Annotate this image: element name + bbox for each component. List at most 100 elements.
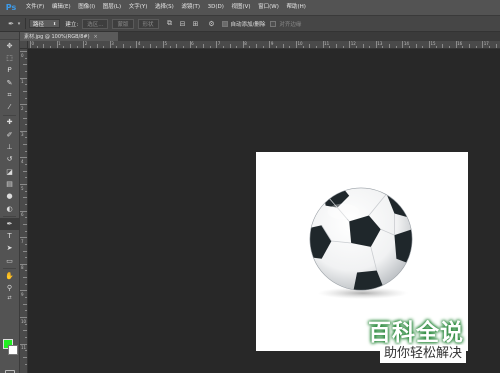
ruler-tick <box>23 303 27 305</box>
make-mask-button[interactable]: 蒙版 <box>112 18 134 29</box>
vertical-ruler[interactable]: 0 1 2 3 4 5 6 7 8 9 10 11 <box>20 49 28 373</box>
ruler-tick <box>25 283 27 285</box>
pen-tool-preset-icon[interactable]: ✒ <box>6 19 16 29</box>
path-mode-select[interactable]: 路径 ⬍ <box>29 19 61 28</box>
ruler-tick <box>249 46 251 48</box>
menu-edit[interactable]: 编辑(E) <box>48 0 74 15</box>
close-icon[interactable]: × <box>94 34 98 40</box>
app-logo: Ps <box>5 3 17 12</box>
ruler-tick <box>462 46 464 48</box>
ruler-tick <box>415 44 417 48</box>
ruler-tick <box>25 124 27 126</box>
menu-filter[interactable]: 滤镜(T) <box>178 0 204 15</box>
settings-gear-icon[interactable]: ⚙ <box>207 19 217 29</box>
marquee-icon[interactable]: ⬚ <box>0 52 19 64</box>
make-selection-button[interactable]: 选区... <box>82 18 109 29</box>
menu-select[interactable]: 选择(S) <box>151 0 177 15</box>
menu-help[interactable]: 帮助(H) <box>283 0 310 15</box>
align-edges-checkbox[interactable] <box>270 20 277 27</box>
ruler-tick <box>25 257 27 259</box>
ruler-number: 13 <box>377 41 383 46</box>
auto-add-delete-label: 自动添加/删除 <box>230 21 266 28</box>
dodge-icon[interactable]: ◐ <box>0 203 19 215</box>
gradient-icon[interactable]: ▤ <box>0 178 19 190</box>
separator <box>25 18 26 29</box>
ruler-number: 1 <box>21 79 24 85</box>
ruler-tick <box>25 57 27 59</box>
ruler-tick <box>23 90 27 92</box>
ruler-tick <box>123 44 125 48</box>
ruler-number: 2 <box>84 41 88 46</box>
ruler-number: 7 <box>21 238 24 244</box>
ruler-tick <box>49 46 51 48</box>
ruler-number: 17 <box>483 41 489 46</box>
menu-3d[interactable]: 3D(D) <box>204 0 228 15</box>
crop-icon[interactable]: ⌗ <box>0 89 19 101</box>
clone-stamp-icon[interactable]: ⊥ <box>0 141 19 153</box>
type-icon[interactable]: T <box>0 230 19 242</box>
ruler-tick <box>475 46 477 48</box>
eraser-icon[interactable]: ◪ <box>0 166 19 178</box>
healing-icon[interactable]: ✚ <box>0 117 19 129</box>
ruler-tick <box>129 46 131 48</box>
menu-type[interactable]: 文字(Y) <box>125 0 151 15</box>
hand-icon[interactable]: ✋ <box>0 270 19 282</box>
auto-add-delete-checkbox[interactable] <box>221 20 228 27</box>
zoom-icon[interactable]: ⚲ <box>0 283 19 295</box>
watermark-title: 百科全说 <box>368 320 464 346</box>
path-arrangement-icon[interactable]: ⊞ <box>191 19 201 29</box>
background-color-swatch[interactable] <box>8 345 18 355</box>
toolbox-grip[interactable] <box>0 32 19 40</box>
ruler-number: 5 <box>21 185 24 191</box>
ruler-tick <box>23 250 27 252</box>
path-operations-icon[interactable]: ⧉ <box>165 19 175 29</box>
history-brush-icon[interactable]: ↺ <box>0 154 19 166</box>
document-tab[interactable]: 素材.jpg @ 100%(RGB/8#) × <box>20 32 118 41</box>
pen-icon[interactable]: ✒ <box>0 218 19 231</box>
chevron-down-icon[interactable]: ▾ <box>16 19 22 29</box>
ruler-tick <box>23 170 27 172</box>
make-shape-button[interactable]: 形状 <box>137 18 159 29</box>
move-icon[interactable]: ✥ <box>0 40 19 52</box>
menu-bar: Ps 文件(F) 编辑(E) 图像(I) 图层(L) 文字(Y) 选择(S) 滤… <box>0 0 500 15</box>
document-tab-bar: 素材.jpg @ 100%(RGB/8#) × <box>20 32 500 41</box>
ruler-tick <box>315 46 317 48</box>
path-alignment-icon[interactable]: ⊟ <box>178 19 188 29</box>
lasso-icon[interactable]: ᑭ <box>0 65 19 77</box>
ruler-tick <box>36 46 38 48</box>
swap-colors-icon[interactable]: ⇄ <box>0 295 19 303</box>
watermark: 百科全说 助你轻松解决 <box>366 311 496 367</box>
ruler-tick <box>25 177 27 179</box>
align-edges-label: 对齐边缘 <box>279 21 302 28</box>
ruler-number: 8 <box>21 265 24 271</box>
ruler-number: 0 <box>31 41 35 46</box>
menu-layer[interactable]: 图层(L) <box>99 0 125 15</box>
path-select-icon[interactable]: ➤ <box>0 243 19 255</box>
ruler-tick <box>389 44 391 48</box>
shape-icon[interactable]: ▭ <box>0 255 19 267</box>
eyedropper-icon[interactable]: ⁄ <box>0 101 19 113</box>
ruler-tick <box>256 44 258 48</box>
menu-window[interactable]: 窗口(W) <box>254 0 282 15</box>
path-mode-value: 路径 <box>33 21 45 28</box>
ruler-tick <box>25 84 27 86</box>
menu-image[interactable]: 图像(I) <box>74 0 99 15</box>
quick-select-icon[interactable]: ✎ <box>0 77 19 89</box>
ruler-number: 15 <box>430 41 436 46</box>
brush-icon[interactable]: ✐ <box>0 129 19 141</box>
menu-file[interactable]: 文件(F) <box>22 0 48 15</box>
toolbox: ✥ ⬚ ᑭ ✎ ⌗ ⁄ ✚ ✐ ⊥ ↺ ◪ ▤ ● ◐ ✒ T ➤ ▭ ✋ ⚲ … <box>0 32 20 373</box>
ruler-origin[interactable] <box>20 41 28 49</box>
menu-view[interactable]: 视图(V) <box>228 0 255 15</box>
blur-icon[interactable]: ● <box>0 191 19 203</box>
ruler-number: 7 <box>217 41 221 46</box>
ruler-tick <box>23 330 27 332</box>
ruler-tick <box>435 46 437 48</box>
ruler-tick <box>23 64 27 66</box>
horizontal-ruler[interactable]: 0 1 2 3 4 5 6 7 8 9 10 11 12 13 14 15 16 17 <box>28 41 500 49</box>
ruler-tick <box>25 217 27 219</box>
ruler-tick <box>369 46 371 48</box>
ruler-tick <box>25 190 27 192</box>
separator <box>3 268 16 270</box>
options-bar: ✒ ▾ 路径 ⬍ 建立: 选区... 蒙版 形状 ⧉ ⊟ ⊞ ⚙ 自动添加/删除… <box>0 15 500 32</box>
